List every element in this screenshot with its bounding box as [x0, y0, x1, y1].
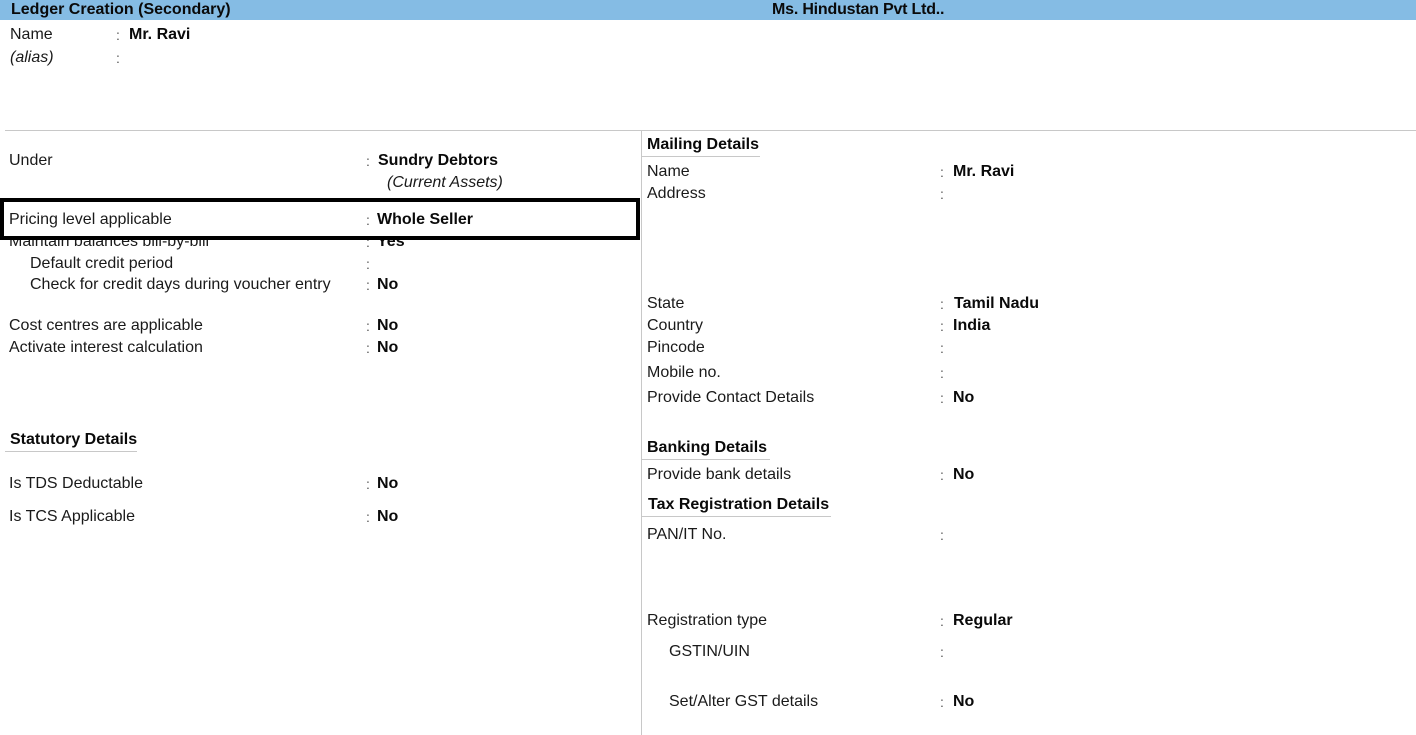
tcs-applicable-field[interactable]: No [377, 507, 398, 527]
mobile-colon: : [940, 365, 944, 381]
tcs-applicable-label: Is TCS Applicable [9, 508, 135, 525]
cost-centres-field[interactable]: No [377, 316, 398, 336]
pincode-field[interactable] [953, 338, 1103, 358]
mailing-name-label: Name [647, 163, 690, 180]
under-field[interactable]: Sundry Debtors [378, 151, 498, 171]
default-credit-period-label: Default credit period [30, 255, 174, 272]
pricing-level-label: Pricing level applicable [9, 211, 172, 228]
credit-period-colon: : [366, 256, 370, 272]
cost-centres-label: Cost centres are applicable [9, 317, 203, 334]
address-colon: : [940, 186, 944, 202]
tax-header-underline [642, 516, 831, 517]
mailing-name-colon: : [940, 164, 944, 180]
provide-contact-details-field[interactable]: No [953, 388, 974, 408]
under-label: Under [9, 152, 53, 169]
state-field[interactable]: Tamil Nadu [954, 294, 1039, 314]
name-colon: : [116, 27, 120, 43]
pincode-label: Pincode [647, 339, 705, 356]
pan-label: PAN/IT No. [647, 526, 727, 543]
registration-type-field[interactable]: Regular [953, 611, 1013, 631]
tax-registration-header: Tax Registration Details [648, 496, 830, 513]
contact-colon: : [940, 390, 944, 406]
pan-colon: : [940, 527, 944, 543]
pricing-level-highlight[interactable]: Pricing level applicable : Whole Seller [0, 198, 640, 240]
bank-colon: : [940, 467, 944, 483]
pricing-level-colon: : [366, 212, 370, 228]
check-credit-colon: : [366, 277, 370, 293]
registration-type-label: Registration type [647, 612, 768, 629]
mobile-label: Mobile no. [647, 364, 721, 381]
state-label: State [647, 295, 685, 312]
horizontal-divider [5, 130, 1416, 131]
gstin-field[interactable] [953, 642, 1153, 662]
gstin-label: GSTIN/UIN [669, 643, 750, 660]
country-colon: : [940, 318, 944, 334]
country-field[interactable]: India [953, 316, 990, 336]
tds-deductable-label: Is TDS Deductable [9, 475, 143, 492]
company-name: Ms. Hindustan Pvt Ltd.. [772, 1, 945, 18]
pan-field[interactable] [953, 525, 1153, 545]
mailing-name-field[interactable]: Mr. Ravi [953, 162, 1014, 182]
mobile-field[interactable] [953, 363, 1103, 383]
regtype-colon: : [940, 613, 944, 629]
gst-details-colon: : [940, 694, 944, 710]
alias-label: (alias) [10, 49, 54, 66]
mailing-details-header: Mailing Details [647, 136, 760, 153]
set-alter-gst-details-label: Set/Alter GST details [669, 693, 819, 710]
under-colon: : [366, 153, 370, 169]
tds-colon: : [366, 476, 370, 492]
gstin-colon: : [940, 644, 944, 660]
mailing-header-underline [642, 156, 760, 157]
alias-colon: : [116, 50, 120, 66]
name-label: Name [10, 26, 53, 43]
provide-contact-details-label: Provide Contact Details [647, 389, 815, 406]
cost-centres-colon: : [366, 318, 370, 334]
address-field[interactable] [953, 184, 1253, 284]
pincode-colon: : [940, 340, 944, 356]
vertical-divider [641, 130, 642, 735]
name-field[interactable]: Mr. Ravi [129, 25, 190, 45]
check-credit-days-label: Check for credit days during voucher ent… [30, 276, 331, 293]
provide-bank-details-label: Provide bank details [647, 466, 792, 483]
title-bar: Ledger Creation (Secondary) Ms. Hindusta… [0, 0, 1416, 20]
interest-calculation-label: Activate interest calculation [9, 339, 203, 356]
banking-header-underline [642, 459, 770, 460]
interest-colon: : [366, 340, 370, 356]
tds-deductable-field[interactable]: No [377, 474, 398, 494]
default-credit-period-field[interactable] [377, 254, 497, 274]
country-label: Country [647, 317, 704, 334]
window-title: Ledger Creation (Secondary) [11, 1, 231, 18]
pricing-level-field[interactable]: Whole Seller [377, 210, 473, 230]
statutory-header-underline [5, 451, 137, 452]
tcs-colon: : [366, 509, 370, 525]
check-credit-days-field[interactable]: No [377, 275, 398, 295]
interest-calculation-field[interactable]: No [377, 338, 398, 358]
statutory-details-header: Statutory Details [10, 431, 138, 448]
alias-field[interactable] [129, 48, 329, 68]
banking-details-header: Banking Details [647, 439, 768, 456]
state-colon: : [940, 296, 944, 312]
under-group-label: (Current Assets) [387, 174, 503, 191]
address-label: Address [647, 185, 706, 202]
provide-bank-details-field[interactable]: No [953, 465, 974, 485]
set-alter-gst-details-field[interactable]: No [953, 692, 974, 712]
